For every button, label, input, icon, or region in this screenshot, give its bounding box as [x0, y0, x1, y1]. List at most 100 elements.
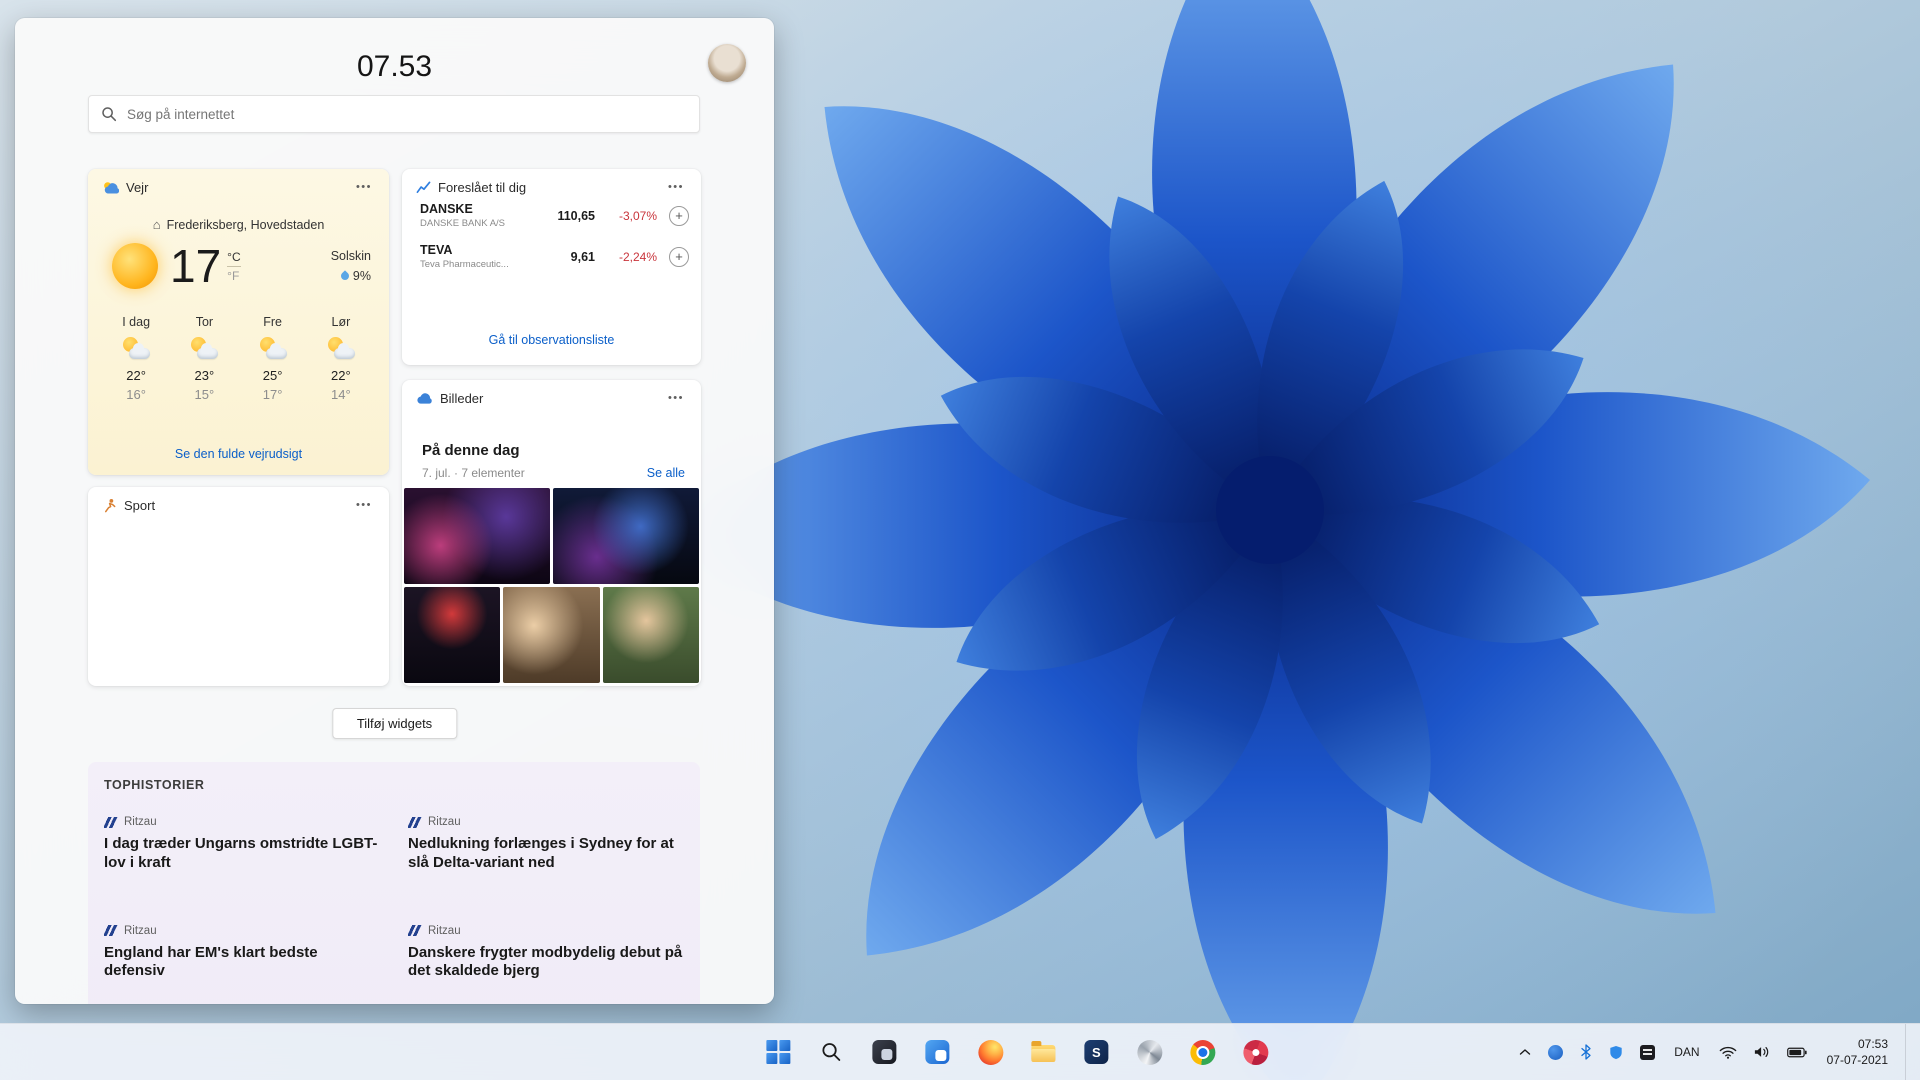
- tray-dark-app-button[interactable]: [1637, 1042, 1658, 1063]
- start-button[interactable]: [758, 1032, 798, 1072]
- forecast-high: 23°: [176, 368, 232, 383]
- forecast-day-label: Fre: [245, 315, 301, 329]
- stocks-menu-button[interactable]: •••: [663, 179, 689, 195]
- battery-button[interactable]: [1784, 1044, 1810, 1061]
- watchlist-link[interactable]: Gå til observationsliste: [489, 333, 615, 347]
- stock-row-danske[interactable]: DANSKE DANSKE BANK A/S 110,65 -3,07% +: [402, 195, 701, 236]
- fahrenheit-toggle[interactable]: °F: [227, 266, 240, 283]
- photo-thumbnail[interactable]: [503, 587, 599, 683]
- news-item[interactable]: Ritzau I dag træder Ungarns omstridte LG…: [104, 816, 380, 873]
- weather-condition: Solskin: [331, 249, 371, 263]
- news-headline: England har EM's klart bedste defensiv: [104, 944, 380, 982]
- home-icon: ⌂: [153, 217, 161, 232]
- forecast-day-label: Lør: [313, 315, 369, 329]
- task-view-button[interactable]: [864, 1032, 904, 1072]
- clock-time: 07:53: [1827, 1036, 1888, 1052]
- stock-name: Teva Pharmaceutic...: [420, 259, 537, 270]
- chrome-icon: [1190, 1040, 1215, 1065]
- s-app-button[interactable]: S: [1076, 1032, 1116, 1072]
- pinwheel-icon: [1239, 1036, 1271, 1068]
- stock-name: DANSKE BANK A/S: [420, 218, 537, 229]
- sport-widget-icon: [102, 498, 117, 513]
- taskbar-clock[interactable]: 07:53 07-07-2021: [1821, 1032, 1894, 1072]
- weather-location-row[interactable]: ⌂ Frederiksberg, Hovedstaden: [88, 217, 389, 232]
- taskbar-center-icons: S: [758, 1024, 1275, 1080]
- stock-row-teva[interactable]: TEVA Teva Pharmaceutic... 9,61 -2,24% +: [402, 236, 701, 277]
- stocks-widget-title: Foreslået til dig: [438, 180, 526, 195]
- celsius-toggle[interactable]: °C: [227, 250, 240, 266]
- taskbar-search-button[interactable]: [811, 1032, 851, 1072]
- stock-change: -2,24%: [595, 250, 657, 264]
- folder-icon: [1031, 1045, 1055, 1062]
- network-button[interactable]: [1716, 1043, 1740, 1062]
- shield-icon: [1609, 1045, 1623, 1060]
- system-tray: DAN 07:53 07-07-2021: [1516, 1024, 1910, 1080]
- weather-menu-button[interactable]: •••: [351, 179, 377, 195]
- forecast-day-sat[interactable]: Lør 22° 14°: [313, 315, 369, 402]
- forecast-low: 15°: [176, 387, 232, 402]
- photos-see-all-link[interactable]: Se alle: [647, 466, 685, 480]
- bluetooth-icon: [1580, 1044, 1592, 1060]
- weather-forecast-row: I dag 22° 16° Tor 23° 15° Fre 25° 17° Lø…: [102, 315, 375, 402]
- firefox-button[interactable]: [970, 1032, 1010, 1072]
- sport-widget-title: Sport: [124, 498, 155, 513]
- task-view-icon: [872, 1040, 896, 1064]
- photo-thumbnail[interactable]: [603, 587, 699, 683]
- weather-widget-icon: [102, 181, 119, 194]
- firefox-icon: [978, 1040, 1003, 1065]
- stocks-widget-icon: [416, 180, 431, 195]
- ritzau-logo-icon: [408, 925, 422, 936]
- forecast-day-fri[interactable]: Fre 25° 17°: [245, 315, 301, 402]
- ritzau-logo-icon: [104, 925, 118, 936]
- battery-icon: [1787, 1047, 1807, 1058]
- forecast-day-today[interactable]: I dag 22° 16°: [108, 315, 164, 402]
- dark-badge-icon: [1640, 1045, 1655, 1060]
- volume-button[interactable]: [1751, 1042, 1773, 1062]
- news-section-title: TOPHISTORIER: [104, 778, 205, 792]
- photo-grid: [404, 488, 699, 683]
- photos-heading: På denne dag: [422, 442, 520, 459]
- clock-date: 07-07-2021: [1827, 1052, 1888, 1068]
- news-headline: Danskere frygter modbydelig debut på det…: [408, 944, 684, 982]
- forecast-day-label: Tor: [176, 315, 232, 329]
- file-explorer-button[interactable]: [1023, 1032, 1063, 1072]
- add-to-watchlist-button[interactable]: +: [669, 247, 689, 267]
- forecast-day-thu[interactable]: Tor 23° 15°: [176, 315, 232, 402]
- tray-blue-app-button[interactable]: [1545, 1042, 1566, 1063]
- photo-thumbnail[interactable]: [404, 488, 550, 584]
- photos-menu-button[interactable]: •••: [663, 390, 689, 406]
- add-widgets-button[interactable]: Tilføj widgets: [332, 708, 457, 739]
- sport-menu-button[interactable]: •••: [351, 497, 377, 513]
- widgets-panel: 07.53 Vejr ••• ⌂ Frederiksberg, Hovedsta…: [15, 18, 774, 1004]
- news-item[interactable]: Ritzau Danskere frygter modbydelig debut…: [408, 925, 684, 982]
- ritzau-logo-icon: [408, 817, 422, 828]
- bluetooth-button[interactable]: [1577, 1041, 1595, 1063]
- news-headline: I dag træder Ungarns omstridte LGBT-lov …: [104, 835, 380, 873]
- weather-widget: Vejr ••• ⌂ Frederiksberg, Hovedstaden 17…: [88, 169, 389, 475]
- partly-sunny-icon: [122, 337, 150, 359]
- web-search-bar[interactable]: [88, 95, 700, 133]
- search-icon: [101, 106, 117, 122]
- news-item[interactable]: Ritzau England har EM's klart bedste def…: [104, 925, 380, 982]
- chrome-button[interactable]: [1182, 1032, 1222, 1072]
- add-to-watchlist-button[interactable]: +: [669, 206, 689, 226]
- news-source: Ritzau: [428, 816, 461, 828]
- current-temperature: 17: [170, 243, 221, 289]
- photo-thumbnail[interactable]: [553, 488, 699, 584]
- search-input[interactable]: [127, 107, 699, 122]
- photo-thumbnail[interactable]: [404, 587, 500, 683]
- show-desktop-button[interactable]: [1905, 1024, 1910, 1080]
- blue-app-icon: [1548, 1045, 1563, 1060]
- volume-icon: [1754, 1045, 1770, 1059]
- wifi-icon: [1719, 1046, 1737, 1059]
- full-forecast-link[interactable]: Se den fulde vejrudsigt: [175, 447, 302, 461]
- tray-overflow-button[interactable]: [1516, 1045, 1534, 1059]
- pinwheel-app-button[interactable]: [1235, 1032, 1275, 1072]
- user-avatar[interactable]: [708, 44, 746, 82]
- security-shield-button[interactable]: [1606, 1042, 1626, 1063]
- news-item[interactable]: Ritzau Nedlukning forlænges i Sydney for…: [408, 816, 684, 873]
- language-indicator[interactable]: DAN: [1669, 1041, 1704, 1063]
- forecast-high: 22°: [108, 368, 164, 383]
- widgets-button[interactable]: [917, 1032, 957, 1072]
- gray-sphere-app-button[interactable]: [1129, 1032, 1169, 1072]
